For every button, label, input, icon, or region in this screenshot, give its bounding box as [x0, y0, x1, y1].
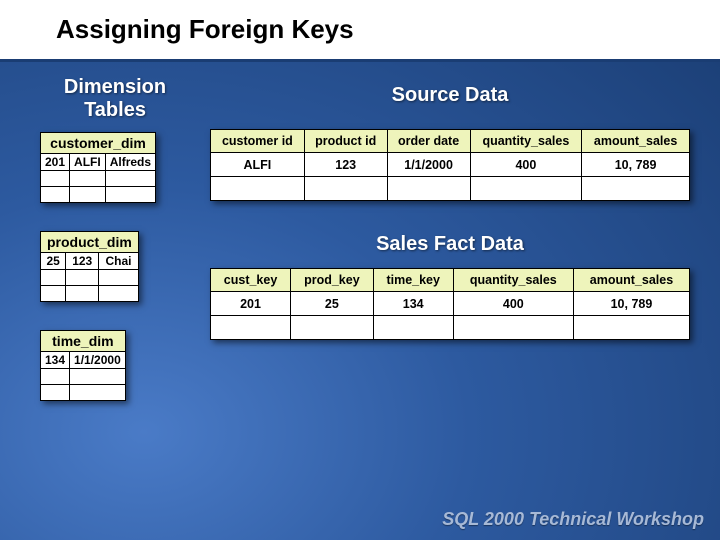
- time-dim-table: time_dim 134 1/1/2000: [40, 330, 126, 401]
- source-data-table: customer id product id order date quanti…: [210, 129, 690, 201]
- cell-amount-sales: 10, 789: [573, 292, 689, 316]
- col-prod-key: prod_key: [291, 269, 374, 292]
- product-dim-table: product_dim 25 123 Chai: [40, 231, 139, 302]
- title-bar: Assigning Foreign Keys: [0, 0, 720, 62]
- table-row: ALFI 123 1/1/2000 400 10, 789: [211, 153, 690, 177]
- col-amount-sales: amount_sales: [573, 269, 689, 292]
- table-header-row: customer id product id order date quanti…: [211, 130, 690, 153]
- customer-dim-key: 201: [41, 154, 70, 171]
- cell-amount-sales: 10, 789: [582, 153, 690, 177]
- product-dim-name: Chai: [99, 253, 139, 270]
- col-amount-sales: amount_sales: [582, 130, 690, 153]
- customer-dim-table: customer_dim 201 ALFI Alfreds: [40, 132, 156, 203]
- col-quantity-sales: quantity_sales: [470, 130, 582, 153]
- table-row: 201 ALFI Alfreds: [41, 154, 156, 171]
- time-dim-header: time_dim: [41, 331, 126, 352]
- table-row: [41, 286, 139, 302]
- col-product-id: product id: [304, 130, 387, 153]
- table-row: [211, 177, 690, 201]
- time-dim-key: 134: [41, 352, 70, 369]
- product-dim-header: product_dim: [41, 232, 139, 253]
- cell-time-key: 134: [373, 292, 453, 316]
- time-dim-date: 1/1/2000: [70, 352, 126, 369]
- col-order-date: order date: [387, 130, 470, 153]
- product-dim-key: 25: [41, 253, 66, 270]
- cell-prod-key: 25: [291, 292, 374, 316]
- cell-order-date: 1/1/2000: [387, 153, 470, 177]
- cell-quantity-sales: 400: [470, 153, 582, 177]
- customer-dim-id: ALFI: [70, 154, 106, 171]
- table-row: [41, 187, 156, 203]
- sales-fact-table: cust_key prod_key time_key quantity_sale…: [210, 268, 690, 340]
- customer-dim-name: Alfreds: [105, 154, 155, 171]
- col-cust-key: cust_key: [211, 269, 291, 292]
- cell-customer-id: ALFI: [211, 153, 305, 177]
- source-data-heading: Source Data: [210, 84, 690, 107]
- table-header-row: cust_key prod_key time_key quantity_sale…: [211, 269, 690, 292]
- dimension-tables-column: Dimension Tables customer_dim 201 ALFI A…: [40, 76, 200, 429]
- col-time-key: time_key: [373, 269, 453, 292]
- product-dim-id: 123: [66, 253, 99, 270]
- table-row: 25 123 Chai: [41, 253, 139, 270]
- table-row: [41, 369, 126, 385]
- table-row: [41, 270, 139, 286]
- cell-quantity-sales: 400: [453, 292, 573, 316]
- table-row: 134 1/1/2000: [41, 352, 126, 369]
- cell-cust-key: 201: [211, 292, 291, 316]
- content-area: Dimension Tables customer_dim 201 ALFI A…: [0, 62, 720, 76]
- cell-product-id: 123: [304, 153, 387, 177]
- customer-dim-header: customer_dim: [41, 133, 156, 154]
- page-title: Assigning Foreign Keys: [56, 14, 720, 45]
- table-row: 201 25 134 400 10, 789: [211, 292, 690, 316]
- right-column: Source Data customer id product id order…: [210, 76, 690, 350]
- table-row: [211, 316, 690, 340]
- footer-brand: SQL 2000 Technical Workshop: [442, 509, 704, 530]
- dimension-tables-heading: Dimension Tables: [40, 76, 190, 122]
- table-row: [41, 171, 156, 187]
- sales-fact-heading: Sales Fact Data: [210, 233, 690, 256]
- table-row: [41, 385, 126, 401]
- col-customer-id: customer id: [211, 130, 305, 153]
- col-quantity-sales: quantity_sales: [453, 269, 573, 292]
